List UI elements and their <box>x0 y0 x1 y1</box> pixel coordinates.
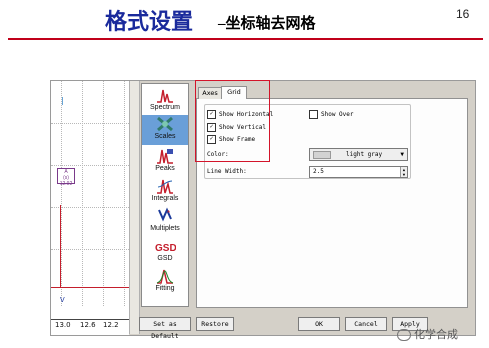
peak-label-line-3: 12.92 <box>59 181 73 187</box>
category-label: Integrals <box>151 195 179 202</box>
spectrum-plot <box>51 81 129 319</box>
restore-button[interactable]: Restore <box>196 317 234 331</box>
svg-text:GSD: GSD <box>155 243 176 254</box>
category-label: Fitting <box>155 285 175 292</box>
scales-icon <box>157 116 173 132</box>
watermark-text: 化学合成 <box>414 329 458 341</box>
x-tick-label: 12.2 <box>103 321 119 329</box>
spectrum-peak <box>60 205 61 287</box>
category-label: Scales <box>154 133 176 140</box>
category-label: Multiplets <box>150 225 180 232</box>
panel-splitter[interactable] <box>129 81 140 334</box>
page-number: 16 <box>456 7 470 21</box>
line-width-stepper[interactable]: 2.5 ▲ ▼ <box>309 166 408 178</box>
highlight-box <box>195 80 270 162</box>
settings-category-list: Spectrum Scales Peaks Integrals * Multip… <box>141 83 189 307</box>
spectrum-icon <box>157 89 173 103</box>
integrals-icon <box>157 179 173 194</box>
ok-button[interactable]: OK <box>298 317 340 331</box>
line-width-value: 2.5 <box>313 168 324 175</box>
show-over-option[interactable]: Show Over <box>309 110 354 119</box>
category-gsd[interactable]: GSD GSD <box>142 237 188 262</box>
multiplets-icon: * <box>158 207 172 222</box>
header-divider <box>8 38 483 40</box>
x-axis: 13.0 12.6 12.2 <box>51 319 129 335</box>
cancel-button[interactable]: Cancel <box>345 317 387 331</box>
wechat-logo-icon <box>397 329 411 342</box>
category-label: Spectrum <box>150 104 180 111</box>
color-dropdown[interactable]: light gray ▼ <box>309 148 408 161</box>
color-swatch <box>313 151 331 159</box>
category-integrals[interactable]: Integrals <box>142 177 188 202</box>
peak-label-box[interactable]: A (s) 12.92 <box>57 168 75 187</box>
fitting-icon <box>156 269 174 284</box>
show-over-checkbox[interactable] <box>309 110 318 119</box>
tick-mark <box>62 97 63 105</box>
peaks-icon <box>157 149 173 164</box>
category-scales[interactable]: Scales <box>142 115 188 145</box>
category-multiplets[interactable]: * Multiplets <box>142 207 188 232</box>
chevron-down-icon: ▼ <box>400 151 404 158</box>
gsd-icon: GSD <box>155 243 176 254</box>
x-tick-label: 12.6 <box>80 321 96 329</box>
category-spectrum[interactable]: Spectrum <box>142 86 188 111</box>
spin-arrows-icon[interactable]: ▲ ▼ <box>400 167 407 177</box>
category-peaks[interactable]: Peaks <box>142 147 188 172</box>
svg-text:*: * <box>167 209 170 218</box>
category-label: Peaks <box>155 165 175 172</box>
slide-title: 格式设置 <box>105 9 194 34</box>
watermark: 化学合成 <box>397 326 458 342</box>
line-width-label: Line Width: <box>207 168 247 175</box>
spectrum-baseline <box>51 287 129 288</box>
category-fitting[interactable]: Fitting <box>142 267 188 292</box>
peak-marker: V <box>60 297 65 304</box>
category-label: GSD <box>157 255 173 262</box>
show-over-label: Show Over <box>321 111 354 118</box>
slide-subtitle: –坐标轴去网格 <box>218 16 316 32</box>
color-value: light gray <box>346 151 383 158</box>
x-tick-label: 13.0 <box>55 321 71 329</box>
set-default-button[interactable]: Set as Default <box>139 317 191 340</box>
